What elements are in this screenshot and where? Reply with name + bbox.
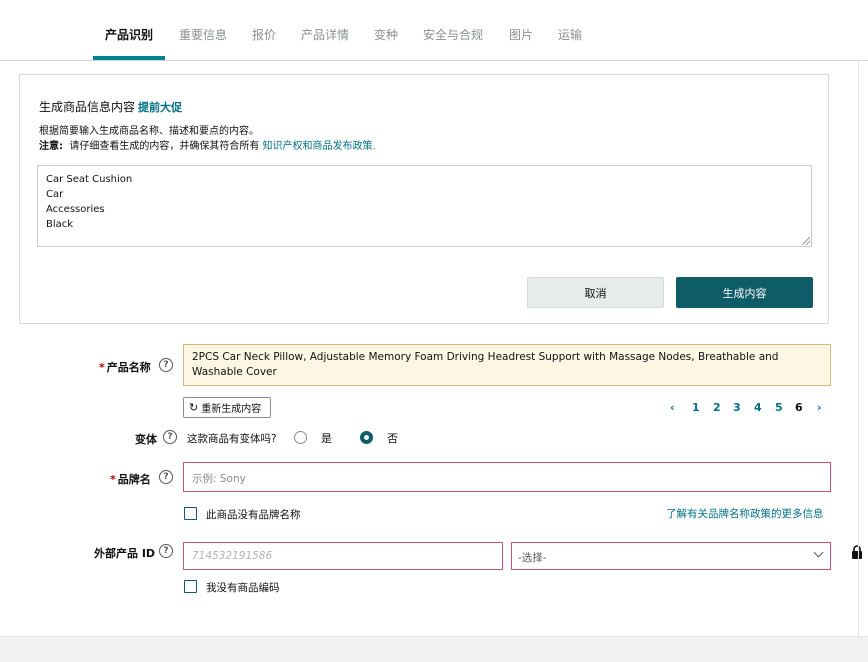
- select-placeholder: -选择-: [518, 552, 547, 564]
- variant-no-radio[interactable]: [360, 431, 373, 444]
- help-icon[interactable]: ?: [163, 430, 177, 444]
- brand-label: * 品牌名: [110, 473, 151, 486]
- external-id-input[interactable]: 714532191586: [183, 542, 503, 570]
- page: 产品识别 重要信息 报价 产品详情 变种 安全与合规 图片 运输 生成商品信息内…: [0, 0, 868, 662]
- variant-label: 变体: [135, 433, 157, 446]
- no-product-code-label: 我没有商品编码: [206, 582, 280, 594]
- chevron-down-icon: [813, 547, 824, 558]
- tab-shipping[interactable]: 运输: [558, 26, 582, 43]
- product-name-input[interactable]: 2PCS Car Neck Pillow, Adjustable Memory …: [183, 344, 831, 386]
- product-name-label: * 产品名称: [99, 361, 151, 374]
- brand-policy-link[interactable]: 了解有关品牌名称政策的更多信息: [666, 506, 824, 521]
- brand-name-input[interactable]: 示例: Sony: [183, 462, 831, 492]
- tab-key-info[interactable]: 重要信息: [179, 26, 227, 43]
- help-icon[interactable]: ?: [159, 358, 173, 372]
- footer-bar: [0, 636, 868, 662]
- brand-label-text: 品牌名: [117, 473, 151, 486]
- cancel-button[interactable]: 取消: [527, 277, 664, 308]
- variant-question: 这款商品有变体吗?: [187, 433, 277, 445]
- tab-product-identity[interactable]: 产品识别: [105, 26, 153, 43]
- ip-policy-link[interactable]: 知识产权和商品发布政策.: [263, 141, 376, 152]
- variant-no-label: 否: [387, 432, 398, 445]
- page-link[interactable]: 1: [692, 401, 700, 414]
- generate-content-button[interactable]: 生成内容: [676, 277, 813, 308]
- active-tab-indicator: [93, 56, 165, 60]
- page-link[interactable]: 4: [754, 401, 762, 414]
- generate-description: 根据简要输入生成商品名称、描述和要点的内容。: [39, 126, 259, 137]
- keywords-textarea[interactable]: Car Seat Cushion Car Accessories Black: [37, 165, 812, 247]
- promo-link[interactable]: 提前大促: [138, 101, 182, 114]
- scroll-track[interactable]: [858, 61, 859, 636]
- page-link[interactable]: 3: [733, 401, 741, 414]
- tab-safety-compliance[interactable]: 安全与合规: [423, 26, 483, 43]
- external-id-type-select[interactable]: -选择-: [511, 542, 831, 570]
- help-icon[interactable]: ?: [159, 470, 173, 484]
- lock-icon: [852, 545, 862, 559]
- no-brand-checkbox[interactable]: [184, 507, 197, 520]
- tab-variations[interactable]: 变种: [374, 26, 398, 43]
- keyword-line: Accessories: [46, 204, 105, 215]
- help-icon[interactable]: ?: [159, 544, 173, 558]
- tab-product-details[interactable]: 产品详情: [301, 26, 349, 43]
- keyword-line: Car: [46, 189, 64, 200]
- keyword-line: Black: [46, 219, 74, 230]
- next-page-icon[interactable]: ›: [817, 401, 822, 414]
- variant-yes-label: 是: [321, 432, 332, 445]
- note-label: 注意:: [39, 141, 63, 152]
- generate-panel-title: 生成商品信息内容 提前大促: [39, 98, 182, 115]
- refresh-icon: ↻: [189, 401, 199, 414]
- resize-handle-icon[interactable]: [802, 237, 810, 245]
- keyword-line: Car Seat Cushion: [46, 174, 133, 185]
- note-text: 请仔细查看生成的内容，并确保其符合所有: [69, 141, 260, 152]
- tab-bar: 产品识别 重要信息 报价 产品详情 变种 安全与合规 图片 运输: [0, 0, 868, 61]
- no-product-code-checkbox[interactable]: [184, 580, 197, 593]
- generate-title-text: 生成商品信息内容: [39, 100, 136, 114]
- variant-yes-radio[interactable]: [294, 431, 307, 444]
- tab-images[interactable]: 图片: [509, 26, 533, 43]
- tab-offer[interactable]: 报价: [252, 26, 276, 43]
- product-name-label-text: 产品名称: [106, 361, 151, 374]
- generate-content-panel: 生成商品信息内容 提前大促 根据简要输入生成商品名称、描述和要点的内容。 注意: …: [19, 74, 829, 324]
- current-page[interactable]: 6: [795, 401, 803, 414]
- external-id-label: 外部产品 ID: [94, 547, 156, 560]
- no-brand-label: 此商品没有品牌名称: [206, 509, 301, 521]
- page-link[interactable]: 5: [775, 401, 783, 414]
- page-link[interactable]: 2: [713, 401, 721, 414]
- generate-note: 注意: 请仔细查看生成的内容，并确保其符合所有 知识产权和商品发布政策.: [39, 137, 376, 152]
- regenerate-label: 重新生成内容: [201, 404, 262, 415]
- regenerate-button[interactable]: ↻ 重新生成内容: [183, 397, 271, 418]
- prev-page-icon[interactable]: ‹: [670, 401, 675, 414]
